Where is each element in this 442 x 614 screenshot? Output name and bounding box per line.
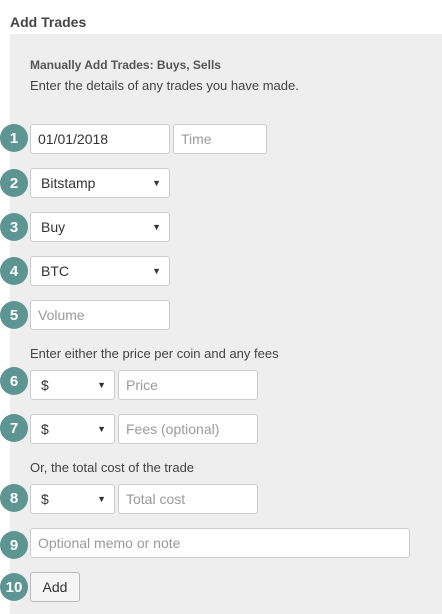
fees-input[interactable]: Fees (optional) [118,414,258,444]
step-badge-1: 1 [0,124,28,152]
form-subtitle: Manually Add Trades: Buys, Sells [30,58,221,72]
chevron-down-icon: ▼ [152,178,161,188]
total-currency-select[interactable]: $ ▼ [30,484,115,514]
total-cost-input[interactable]: Total cost [118,484,258,514]
step-badge-10: 10 [0,573,28,601]
trade-side-select-value: Buy [41,219,66,235]
exchange-select-value: Bitstamp [41,175,96,191]
step-badge-5: 5 [0,301,28,329]
step-badge-8: 8 [0,484,28,512]
time-input[interactable]: Time [173,124,267,154]
chevron-down-icon: ▼ [97,424,106,434]
coin-select[interactable]: BTC ▼ [30,256,170,286]
page-title: Add Trades [10,14,87,30]
step-badge-2: 2 [0,169,28,197]
trade-side-select[interactable]: Buy ▼ [30,212,170,242]
chevron-down-icon: ▼ [152,222,161,232]
price-currency-select[interactable]: $ ▼ [30,370,115,400]
chevron-down-icon: ▼ [97,380,106,390]
step-badge-7: 7 [0,414,28,442]
chevron-down-icon: ▼ [152,266,161,276]
fees-currency-select[interactable]: $ ▼ [30,414,115,444]
step-badge-6: 6 [0,367,28,395]
chevron-down-icon: ▼ [97,494,106,504]
add-button[interactable]: Add [30,572,80,602]
step-badge-4: 4 [0,257,28,285]
exchange-select[interactable]: Bitstamp ▼ [30,168,170,198]
coin-select-value: BTC [41,263,69,279]
price-hint: Enter either the price per coin and any … [30,346,279,361]
price-input[interactable]: Price [118,370,258,400]
step-badge-9: 9 [0,531,28,559]
volume-input[interactable]: Volume [30,300,170,330]
memo-input[interactable]: Optional memo or note [30,528,410,558]
total-hint: Or, the total cost of the trade [30,460,195,475]
form-intro: Enter the details of any trades you have… [30,78,299,93]
price-currency-value: $ [41,377,49,393]
fees-currency-value: $ [41,421,49,437]
date-input[interactable]: 01/01/2018 [30,124,170,154]
total-currency-value: $ [41,491,49,507]
step-badge-3: 3 [0,213,28,241]
